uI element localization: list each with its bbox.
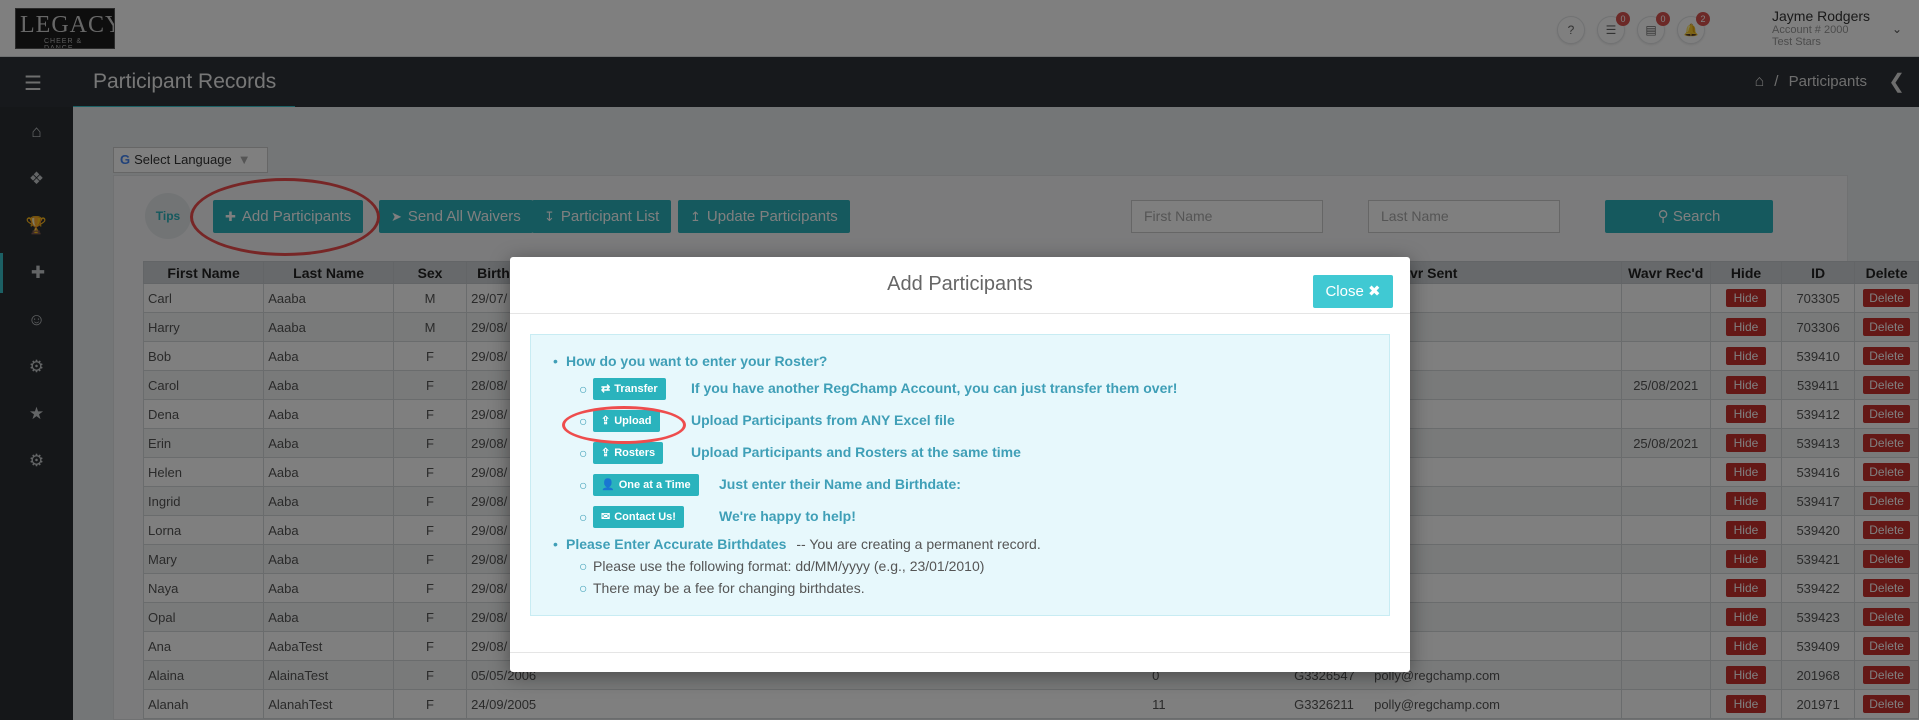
contact-us-text: We're happy to help! [719, 508, 856, 524]
rosters-label: Rosters [614, 447, 656, 459]
envelope-icon: ✉ [601, 511, 611, 523]
modal-header: Add Participants Close ✖ [510, 257, 1410, 314]
bullet-icon: • [553, 353, 558, 369]
transfer-icon: ⇄ [601, 383, 611, 395]
circle-bullet-icon: ○ [579, 477, 588, 493]
upload-icon: ⇪ [601, 447, 611, 459]
user-add-icon: 👤 [601, 479, 615, 491]
transfer-text: If you have another RegChamp Account, yo… [691, 380, 1178, 396]
rosters-text: Upload Participants and Rosters at the s… [691, 444, 1021, 460]
one-at-a-time-label: One at a Time [618, 479, 691, 491]
contact-us-button[interactable]: ✉ Contact Us! [593, 506, 684, 528]
contact-us-label: Contact Us! [614, 511, 676, 523]
circle-bullet-icon: ○ [579, 381, 588, 397]
close-button[interactable]: Close ✖ [1313, 275, 1393, 308]
add-participants-modal: Add Participants Close ✖ • How do you wa… [510, 257, 1410, 672]
upload-callout [562, 406, 686, 444]
upload-text: Upload Participants from ANY Excel file [691, 412, 955, 428]
modal-title: Add Participants [887, 273, 1033, 295]
circle-bullet-icon: ○ [579, 445, 588, 461]
birthdate-heading: Please Enter Accurate Birthdates [566, 536, 787, 552]
birthdate-note: -- You are creating a permanent record. [796, 536, 1041, 552]
close-label: Close [1325, 283, 1364, 300]
one-at-a-time-text: Just enter their Name and Birthdate: [719, 476, 961, 492]
format-note: Please use the following format: dd/MM/y… [593, 558, 985, 574]
fee-note: There may be a fee for changing birthdat… [593, 580, 865, 596]
roster-question: How do you want to enter your Roster? [566, 353, 828, 369]
bullet-icon: • [553, 536, 558, 552]
modal-footer-divider [510, 652, 1410, 653]
transfer-label: Transfer [614, 383, 658, 395]
circle-bullet-icon: ○ [579, 509, 588, 525]
circle-bullet-icon: ○ [579, 580, 588, 596]
circle-bullet-icon: ○ [579, 558, 588, 574]
birthdate-instructions: Please Enter Accurate Birthdates -- You … [566, 536, 1041, 552]
rosters-button[interactable]: ⇪ Rosters [593, 442, 664, 464]
modal-body: • How do you want to enter your Roster? … [530, 334, 1390, 616]
transfer-button[interactable]: ⇄ Transfer [593, 378, 666, 400]
close-icon: ✖ [1367, 283, 1381, 300]
one-at-a-time-button[interactable]: 👤 One at a Time [593, 474, 699, 496]
